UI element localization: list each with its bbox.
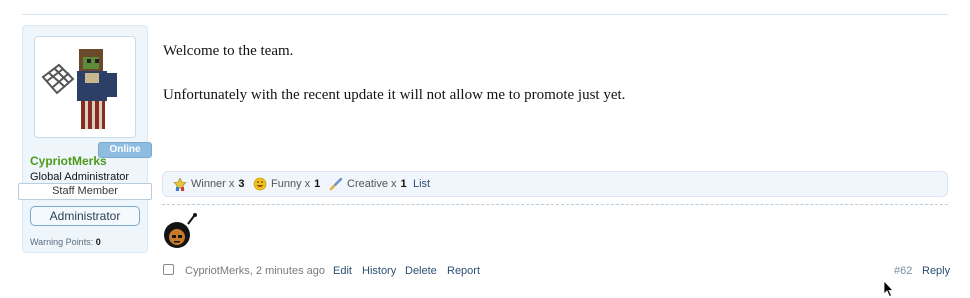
- ratings-bar: Winner x 3 Funny x 1 Creative x 1 List: [162, 171, 948, 197]
- staff-member-banner: Staff Member: [18, 183, 152, 200]
- username[interactable]: CypriotMerks: [30, 154, 107, 168]
- rating-winner-count: 3: [238, 178, 245, 190]
- post-number-link[interactable]: #62: [894, 265, 912, 277]
- history-link[interactable]: History: [362, 265, 396, 277]
- rating-winner-label: Winner x: [191, 178, 235, 190]
- warning-points: Warning Points: 0: [30, 237, 101, 247]
- rating-funny-count: 1: [314, 178, 321, 190]
- online-status-badge: Online: [98, 142, 152, 158]
- warning-points-label: Warning Points:: [30, 237, 94, 247]
- rating-winner[interactable]: Winner x 3: [173, 172, 245, 196]
- post-author-date[interactable]: CypriotMerks, 2 minutes ago: [185, 265, 325, 277]
- winner-icon: [173, 177, 187, 191]
- creative-icon: [329, 177, 343, 191]
- report-link[interactable]: Report: [447, 265, 480, 277]
- rating-funny[interactable]: Funny x 1: [253, 172, 320, 196]
- message-line-2: Unfortunately with the recent update it …: [163, 87, 626, 103]
- ratings-list-link[interactable]: List: [413, 172, 430, 196]
- administrator-banner: Administrator: [30, 206, 140, 226]
- rating-funny-label: Funny x: [271, 178, 311, 190]
- avatar-figure-icon: [41, 49, 117, 129]
- delete-link[interactable]: Delete: [405, 265, 437, 277]
- signature-divider: [162, 204, 948, 205]
- rating-creative[interactable]: Creative x 1: [329, 172, 407, 196]
- rating-creative-count: 1: [400, 178, 407, 190]
- reply-link[interactable]: Reply: [922, 265, 950, 277]
- edit-link[interactable]: Edit: [333, 265, 352, 277]
- message-line-1: Welcome to the team.: [163, 43, 294, 59]
- rating-creative-label: Creative x: [347, 178, 397, 190]
- user-avatar[interactable]: [34, 36, 136, 138]
- signature-bomb-icon: [164, 213, 197, 248]
- post-select-checkbox[interactable]: [163, 264, 174, 275]
- funny-icon: [253, 177, 267, 191]
- mouse-cursor-icon: [883, 280, 894, 298]
- warning-points-value: 0: [95, 237, 101, 247]
- post-top-divider: [22, 14, 948, 15]
- user-title: Global Administrator: [30, 171, 130, 183]
